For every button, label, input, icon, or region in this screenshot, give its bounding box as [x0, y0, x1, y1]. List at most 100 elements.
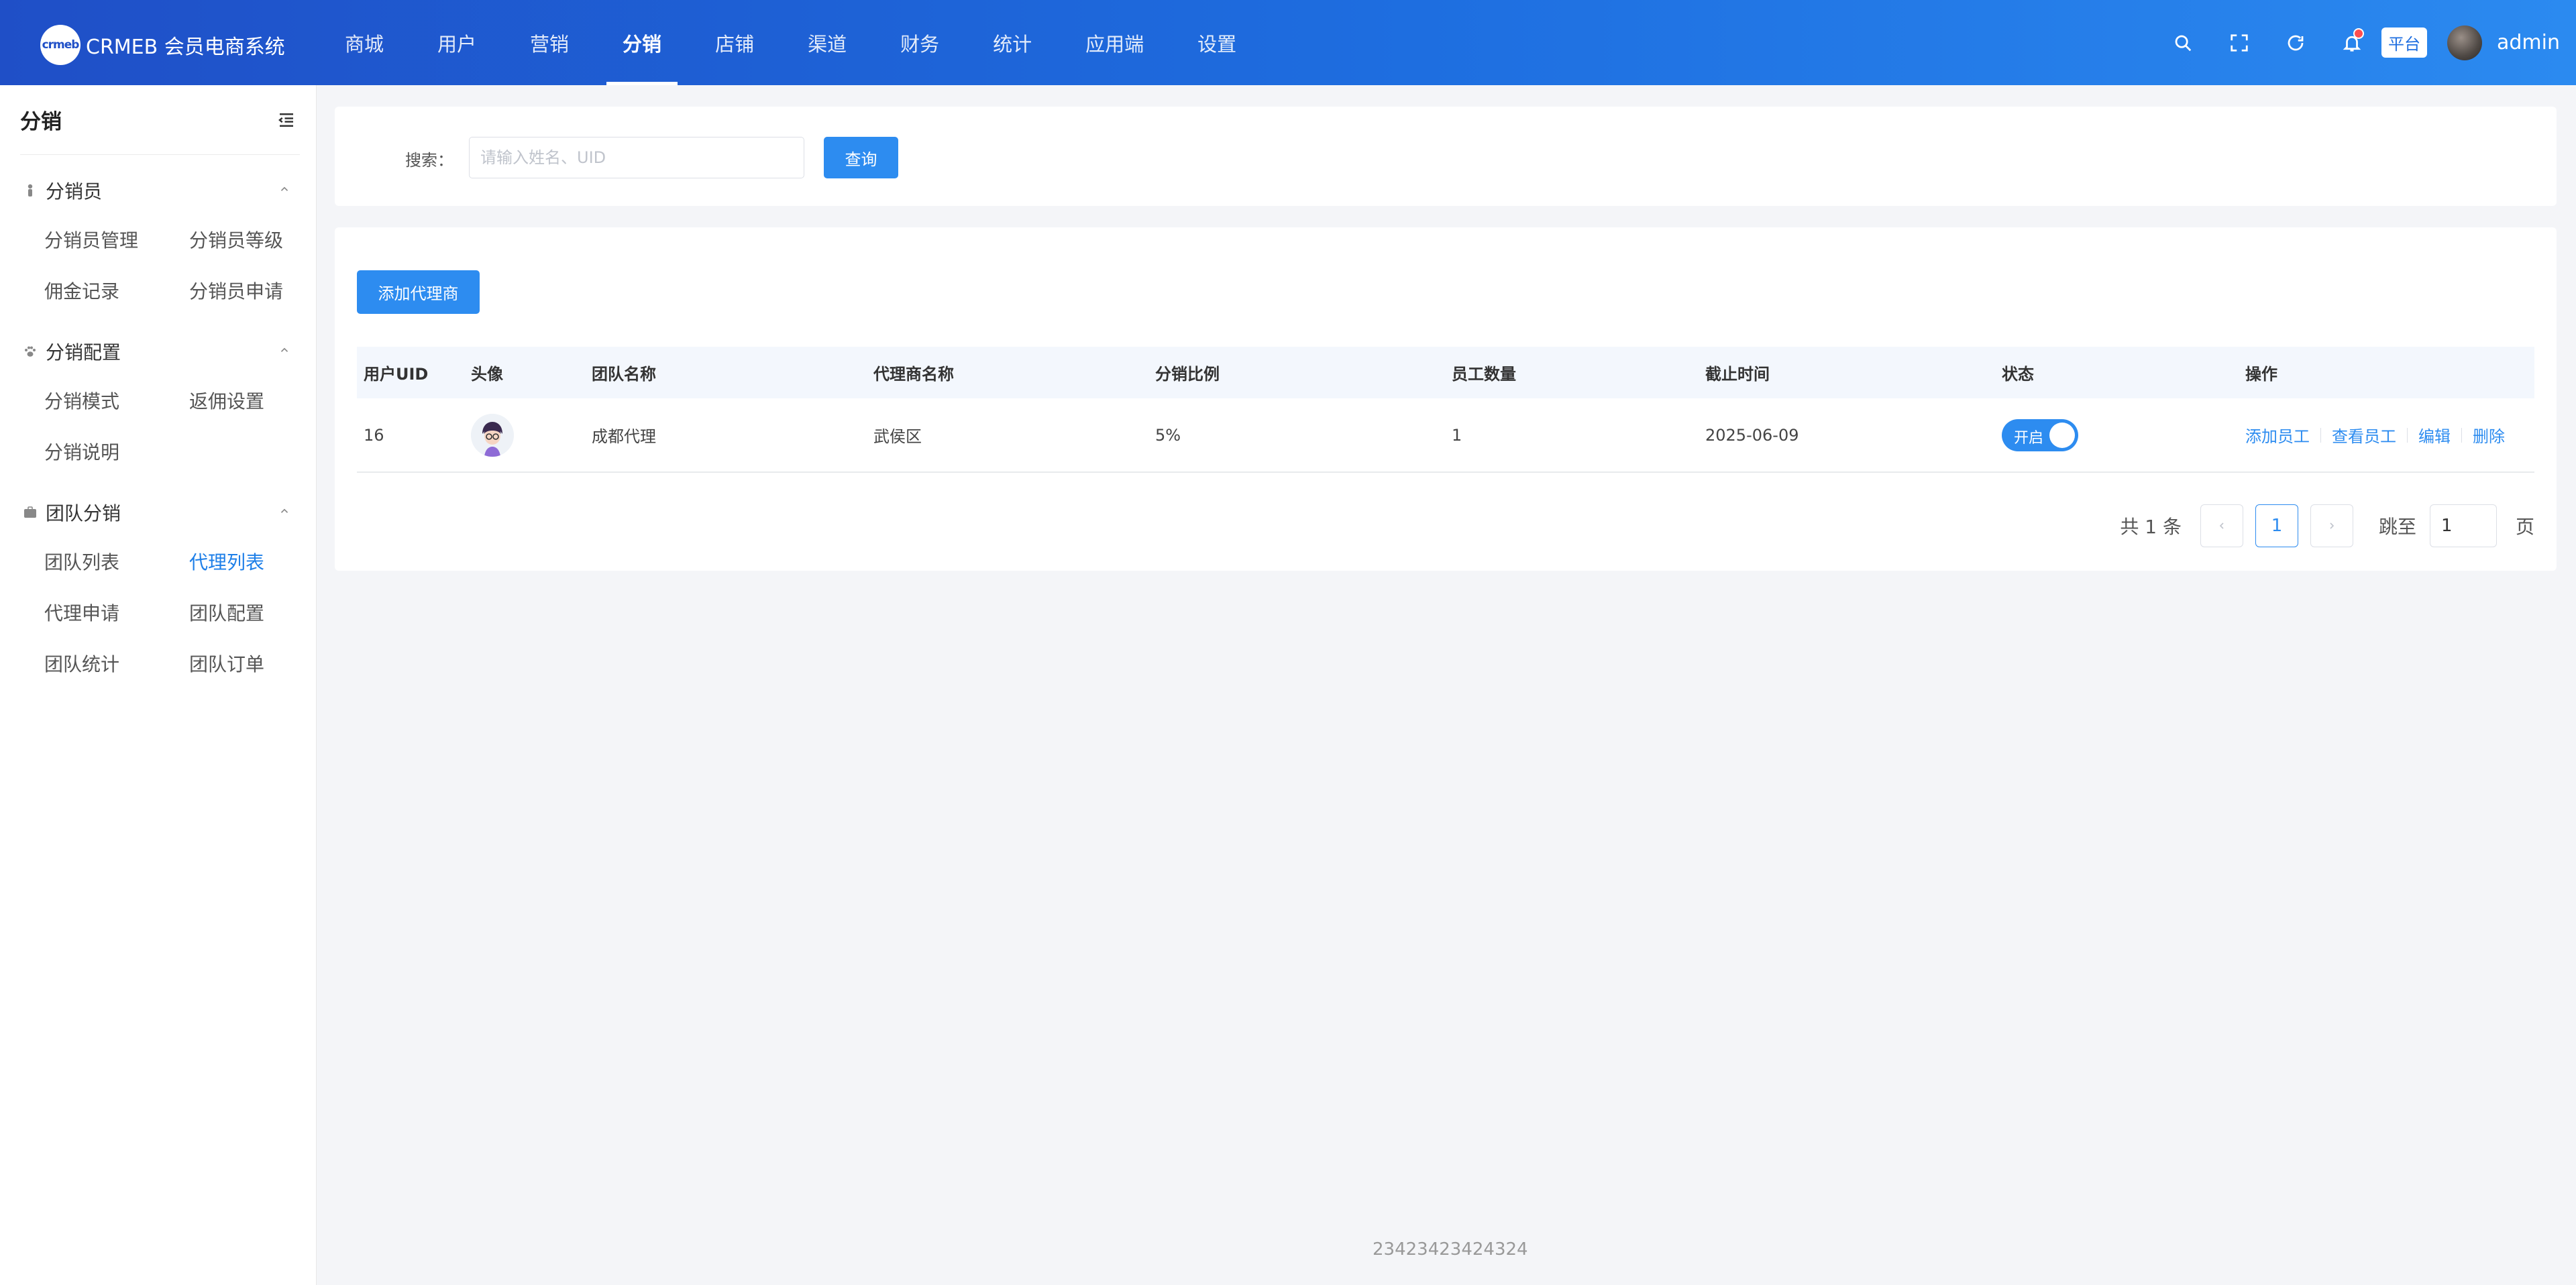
- divider: [2461, 427, 2462, 443]
- status-toggle-label: 开启: [2014, 429, 2044, 447]
- sidebar-group-distributors[interactable]: 分销员: [0, 167, 316, 214]
- chevron-up-icon: [278, 344, 290, 359]
- topnav-item-store[interactable]: 店铺: [699, 0, 770, 85]
- fullscreen-icon[interactable]: [2223, 27, 2255, 59]
- bell-icon[interactable]: [2336, 27, 2368, 59]
- notification-dot: [2353, 27, 2364, 39]
- topnav-item-marketing[interactable]: 营销: [514, 0, 585, 85]
- column-header-status: 状态: [2002, 365, 2034, 384]
- person-icon: [23, 183, 38, 198]
- sidebar-header: 分销: [20, 85, 300, 155]
- pagination: 共 1 条 1 跳至 页: [2120, 504, 2534, 548]
- top-header: crmeb CRMEB 会员电商系统 商城 用户 营销 分销 店铺 渠道 财务 …: [0, 0, 2576, 85]
- sidebar-group-label: 分销员: [46, 180, 103, 203]
- sidebar-item-agent-list[interactable]: 代理列表: [189, 536, 334, 587]
- paw-icon: [23, 344, 38, 359]
- avatar[interactable]: [2447, 25, 2482, 60]
- sidebar-items: 分销员管理 分销员等级 佣金记录 分销员申请: [0, 214, 316, 316]
- column-header-ratio: 分销比例: [1155, 365, 1220, 384]
- jump-label: 跳至: [2378, 516, 2416, 538]
- table-header: 用户UID 头像 团队名称 代理商名称 分销比例 员工数量 截止时间 状态 操作: [357, 347, 2534, 398]
- search-input[interactable]: [469, 137, 804, 178]
- column-header-team-name: 团队名称: [592, 365, 656, 384]
- cell-team-name: 成都代理: [592, 427, 656, 446]
- chevron-up-icon: [278, 505, 290, 520]
- column-header-actions: 操作: [2245, 365, 2277, 384]
- pagination-total: 共 1 条: [2120, 516, 2182, 538]
- agent-table: 用户UID 头像 团队名称 代理商名称 分销比例 员工数量 截止时间 状态 操作…: [357, 347, 2534, 473]
- status-toggle[interactable]: 开启: [2002, 418, 2078, 451]
- search-card: 搜索： 查询: [335, 107, 2557, 206]
- sidebar-item-team-config[interactable]: 团队配置: [189, 587, 334, 638]
- sidebar-item-distributor-apply[interactable]: 分销员申请: [189, 265, 334, 316]
- refresh-icon[interactable]: [2279, 27, 2312, 59]
- column-header-avatar: 头像: [471, 365, 503, 384]
- briefcase-icon: [23, 505, 38, 520]
- cell-deadline: 2025-06-09: [1705, 425, 1799, 445]
- logo[interactable]: crmeb CRMEB 会员电商系统: [40, 25, 285, 65]
- sidebar-item-distributor-level[interactable]: 分销员等级: [189, 214, 334, 265]
- row-actions: 添加员工 查看员工 编辑 删除: [2245, 423, 2505, 447]
- sidebar-item-agent-apply[interactable]: 代理申请: [44, 587, 189, 638]
- prev-page-button[interactable]: [2200, 504, 2243, 547]
- sidebar-item-team-orders[interactable]: 团队订单: [189, 638, 334, 689]
- topnav-item-distribution[interactable]: 分销: [606, 0, 678, 85]
- edit-link[interactable]: 编辑: [2418, 423, 2451, 447]
- search-icon[interactable]: [2167, 27, 2199, 59]
- sidebar-item-team-list[interactable]: 团队列表: [44, 536, 189, 587]
- sidebar-group-label: 分销配置: [46, 341, 121, 364]
- cell-agent-name: 武侯区: [873, 427, 922, 446]
- topnav-item-settings[interactable]: 设置: [1181, 0, 1252, 85]
- status-toggle-knob: [2049, 422, 2075, 448]
- add-agent-button[interactable]: 添加代理商: [357, 270, 480, 314]
- topnav-item-statistics[interactable]: 统计: [977, 0, 1048, 85]
- sidebar-group-config[interactable]: 分销配置: [0, 328, 316, 375]
- chevron-up-icon: [278, 183, 290, 198]
- sidebar-item-commission-settings[interactable]: 返佣设置: [189, 375, 334, 426]
- divider: [2407, 427, 2408, 443]
- chevron-right-icon: [2330, 522, 2334, 529]
- sidebar-items: 分销模式 返佣设置 分销说明: [0, 375, 316, 477]
- platform-tag[interactable]: 平台: [2381, 27, 2427, 58]
- search-label: 搜索：: [405, 151, 453, 170]
- sidebar-title: 分销: [20, 110, 62, 134]
- topnav-item-mall[interactable]: 商城: [329, 0, 400, 85]
- agent-list-card: 添加代理商 用户UID 头像 团队名称 代理商名称 分销比例 员工数量 截止时间…: [335, 227, 2557, 571]
- topnav-item-apps[interactable]: 应用端: [1069, 0, 1160, 85]
- chevron-left-icon: [2219, 522, 2224, 529]
- top-nav: 商城 用户 营销 分销 店铺 渠道 财务 统计 应用端 设置: [329, 0, 1274, 85]
- header-tools: 平台 admin: [2143, 0, 2560, 85]
- cell-staff-count: 1: [1452, 425, 1462, 445]
- sidebar-item-commission-records[interactable]: 佣金记录: [44, 265, 189, 316]
- footer-text: 23423423424324: [1373, 1239, 1528, 1260]
- sidebar-item-distribution-mode[interactable]: 分销模式: [44, 375, 189, 426]
- page-number-button[interactable]: 1: [2255, 504, 2298, 547]
- topnav-item-users[interactable]: 用户: [421, 0, 492, 85]
- cell-uid: 16: [364, 425, 384, 445]
- collapse-menu-icon[interactable]: [273, 107, 300, 133]
- cell-ratio: 5%: [1155, 425, 1181, 445]
- logo-text: CRMEB 会员电商系统: [86, 36, 285, 59]
- column-header-uid: 用户UID: [364, 365, 429, 384]
- sidebar-group-team[interactable]: 团队分销: [0, 489, 316, 536]
- logo-badge: crmeb: [40, 25, 80, 65]
- topnav-item-finance[interactable]: 财务: [884, 0, 955, 85]
- view-staff-link[interactable]: 查看员工: [2332, 423, 2396, 447]
- jump-page-input[interactable]: [2429, 504, 2497, 547]
- sidebar: 分销 分销员 分销员管理 分销员等级 佣金记录 分销员申请 分销配置 分销模式 …: [0, 85, 317, 1285]
- user-avatar: [471, 413, 514, 457]
- add-staff-link[interactable]: 添加员工: [2245, 423, 2310, 447]
- page-unit-label: 页: [2515, 516, 2534, 538]
- column-header-agent-name: 代理商名称: [873, 365, 954, 384]
- username[interactable]: admin: [2497, 31, 2560, 54]
- sidebar-item-distribution-notes[interactable]: 分销说明: [44, 426, 189, 477]
- delete-link[interactable]: 删除: [2473, 423, 2505, 447]
- table-row: 16 成都代理 武侯区 5% 1 2025-06-09 开启 添加员工 查看员工…: [357, 398, 2534, 473]
- topnav-item-channel[interactable]: 渠道: [792, 0, 863, 85]
- sidebar-items: 团队列表 代理列表 代理申请 团队配置 团队统计 团队订单: [0, 536, 316, 689]
- next-page-button[interactable]: [2310, 504, 2353, 547]
- sidebar-item-distributor-manage[interactable]: 分销员管理: [44, 214, 189, 265]
- column-header-staff-count: 员工数量: [1452, 365, 1516, 384]
- sidebar-item-team-stats[interactable]: 团队统计: [44, 638, 189, 689]
- query-button[interactable]: 查询: [824, 137, 898, 178]
